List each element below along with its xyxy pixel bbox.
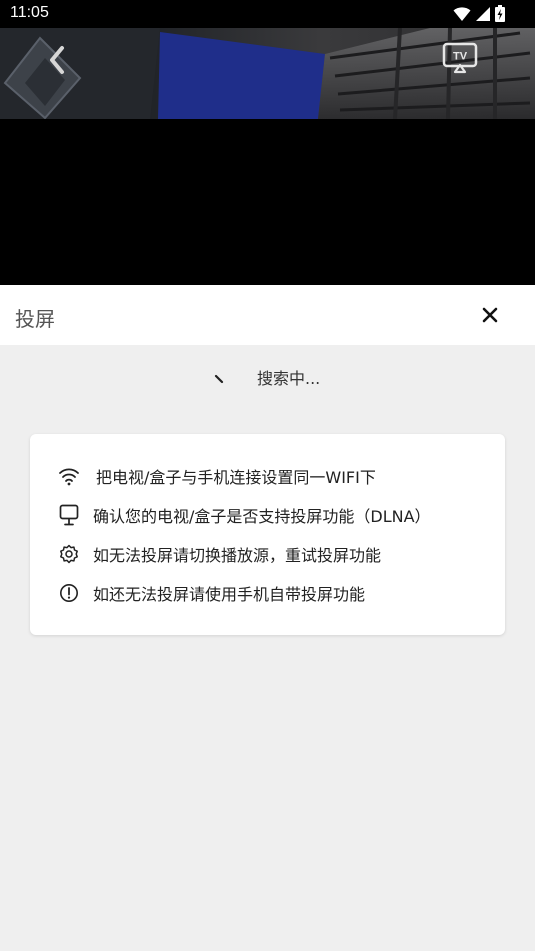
tip-text: 如还无法投屏请使用手机自带投屏功能 (93, 585, 366, 604)
close-button[interactable] (478, 303, 502, 327)
tip-text: 确认您的电视/盒子是否支持投屏功能（DLNA） (93, 507, 431, 526)
cast-to-tv-button[interactable]: TV (441, 42, 481, 76)
tv-cast-icon: TV (442, 42, 478, 74)
tip-item: 如无法投屏请切换播放源，重试投屏功能 (58, 541, 381, 567)
cast-panel-title: 投屏 (15, 307, 55, 331)
status-icons (453, 5, 505, 22)
status-time: 11:05 (10, 4, 49, 21)
video-player[interactable]: TV (0, 28, 535, 285)
status-bar: 11:05 (0, 0, 535, 28)
monitor-icon (58, 504, 80, 526)
tv-cast-label: TV (453, 51, 468, 63)
tip-item: 把电视/盒子与手机连接设置同一WIFI下 (58, 463, 376, 489)
wifi-icon (453, 6, 471, 21)
info-circle-icon (58, 582, 80, 604)
back-button[interactable] (40, 40, 76, 80)
cast-tips-card: 把电视/盒子与手机连接设置同一WIFI下 确认您的电视/盒子是否支持投屏功能（D… (30, 434, 505, 635)
close-icon (482, 307, 498, 323)
tip-item: 确认您的电视/盒子是否支持投屏功能（DLNA） (58, 502, 431, 528)
gear-icon (58, 543, 80, 565)
signal-icon (476, 6, 490, 21)
wifi-icon (58, 465, 80, 487)
battery-charging-icon (495, 5, 505, 22)
tip-text: 如无法投屏请切换播放源，重试投屏功能 (93, 546, 382, 565)
loading-spinner-icon (214, 370, 224, 384)
searching-label: 搜索中... (257, 369, 321, 388)
chevron-left-icon (50, 46, 64, 74)
tip-item: 如还无法投屏请使用手机自带投屏功能 (58, 580, 365, 606)
device-search-status: 搜索中... (0, 362, 535, 392)
tip-text: 把电视/盒子与手机连接设置同一WIFI下 (96, 468, 376, 487)
cast-panel-header: 投屏 (0, 285, 535, 345)
